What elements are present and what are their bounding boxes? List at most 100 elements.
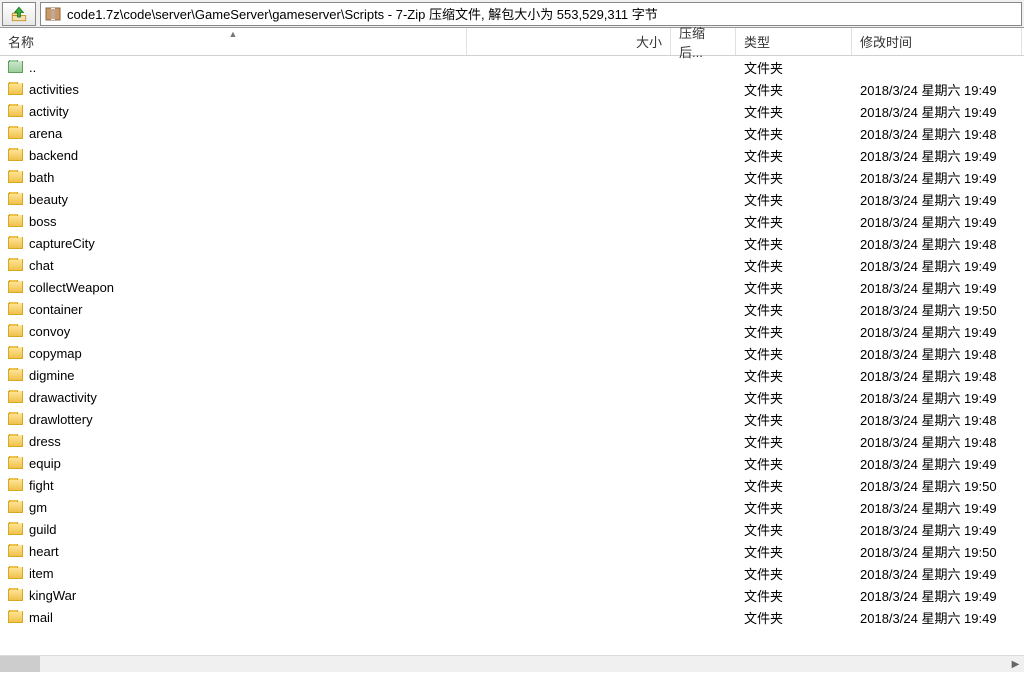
table-row[interactable]: activities文件夹2018/3/24 星期六 19:49 bbox=[0, 78, 1024, 100]
file-name: chat bbox=[29, 258, 54, 273]
folder-icon bbox=[8, 83, 23, 95]
file-name: mail bbox=[29, 610, 53, 625]
file-type: 文件夹 bbox=[744, 322, 783, 341]
up-button[interactable] bbox=[2, 2, 36, 26]
folder-icon bbox=[8, 523, 23, 535]
table-row[interactable]: beauty文件夹2018/3/24 星期六 19:49 bbox=[0, 188, 1024, 210]
file-modified: 2018/3/24 星期六 19:49 bbox=[860, 278, 997, 297]
address-toolbar: code1.7z\code\server\GameServer\gameserv… bbox=[0, 0, 1024, 28]
table-row[interactable]: dress文件夹2018/3/24 星期六 19:48 bbox=[0, 430, 1024, 452]
folder-icon bbox=[8, 369, 23, 381]
file-modified: 2018/3/24 星期六 19:49 bbox=[860, 564, 997, 583]
file-name: beauty bbox=[29, 192, 68, 207]
file-modified: 2018/3/24 星期六 19:49 bbox=[860, 520, 997, 539]
folder-icon bbox=[8, 149, 23, 161]
file-type: 文件夹 bbox=[744, 586, 783, 605]
folder-icon bbox=[8, 105, 23, 117]
file-modified: 2018/3/24 星期六 19:49 bbox=[860, 146, 997, 165]
table-row[interactable]: guild文件夹2018/3/24 星期六 19:49 bbox=[0, 518, 1024, 540]
file-name: backend bbox=[29, 148, 78, 163]
path-text: code1.7z\code\server\GameServer\gameserv… bbox=[67, 4, 658, 23]
file-name: drawlottery bbox=[29, 412, 93, 427]
file-modified: 2018/3/24 星期六 19:48 bbox=[860, 366, 997, 385]
table-row[interactable]: arena文件夹2018/3/24 星期六 19:48 bbox=[0, 122, 1024, 144]
file-name: boss bbox=[29, 214, 56, 229]
file-name: copymap bbox=[29, 346, 82, 361]
table-row[interactable]: fight文件夹2018/3/24 星期六 19:50 bbox=[0, 474, 1024, 496]
folder-icon bbox=[8, 501, 23, 513]
file-name: fight bbox=[29, 478, 54, 493]
header-size[interactable]: 大小 bbox=[467, 28, 671, 55]
file-name: activity bbox=[29, 104, 69, 119]
file-modified: 2018/3/24 星期六 19:49 bbox=[860, 256, 997, 275]
file-name: arena bbox=[29, 126, 62, 141]
folder-icon bbox=[8, 215, 23, 227]
file-modified: 2018/3/24 星期六 19:50 bbox=[860, 476, 997, 495]
file-type: 文件夹 bbox=[744, 608, 783, 627]
folder-icon bbox=[8, 567, 23, 579]
folder-icon bbox=[8, 259, 23, 271]
file-type: 文件夹 bbox=[744, 520, 783, 539]
file-modified: 2018/3/24 星期六 19:48 bbox=[860, 410, 997, 429]
file-name: item bbox=[29, 566, 54, 581]
file-modified: 2018/3/24 星期六 19:49 bbox=[860, 168, 997, 187]
folder-icon bbox=[8, 391, 23, 403]
header-modified-label: 修改时间 bbox=[860, 32, 912, 51]
folder-icon bbox=[8, 545, 23, 557]
table-row[interactable]: mail文件夹2018/3/24 星期六 19:49 bbox=[0, 606, 1024, 628]
file-name: equip bbox=[29, 456, 61, 471]
file-name: heart bbox=[29, 544, 59, 559]
folder-icon bbox=[8, 479, 23, 491]
table-row[interactable]: backend文件夹2018/3/24 星期六 19:49 bbox=[0, 144, 1024, 166]
file-type: 文件夹 bbox=[744, 80, 783, 99]
folder-icon bbox=[8, 457, 23, 469]
file-name: drawactivity bbox=[29, 390, 97, 405]
table-row[interactable]: equip文件夹2018/3/24 星期六 19:49 bbox=[0, 452, 1024, 474]
table-row[interactable]: heart 文件夹 2018/3/24 星期六 19:50 bbox=[0, 540, 1024, 562]
file-type: 文件夹 bbox=[744, 256, 783, 275]
table-row[interactable]: captureCity文件夹2018/3/24 星期六 19:48 bbox=[0, 232, 1024, 254]
column-headers: 名称 ▲ 大小 压缩后... 类型 修改时间 bbox=[0, 28, 1024, 56]
header-type[interactable]: 类型 bbox=[736, 28, 852, 55]
table-row[interactable]: container文件夹2018/3/24 星期六 19:50 bbox=[0, 298, 1024, 320]
archive-icon bbox=[45, 6, 61, 22]
parent-dir-type: 文件夹 bbox=[744, 58, 783, 77]
header-name[interactable]: 名称 ▲ bbox=[0, 28, 467, 55]
table-row[interactable]: chat 文件夹 2018/3/24 星期六 19:49 bbox=[0, 254, 1024, 276]
file-type: 文件夹 bbox=[744, 300, 783, 319]
table-row[interactable]: bath文件夹2018/3/24 星期六 19:49 bbox=[0, 166, 1024, 188]
path-input[interactable]: code1.7z\code\server\GameServer\gameserv… bbox=[40, 2, 1022, 26]
table-row[interactable]: digmine文件夹2018/3/24 星期六 19:48 bbox=[0, 364, 1024, 386]
table-row[interactable]: convoy文件夹2018/3/24 星期六 19:49 bbox=[0, 320, 1024, 342]
file-name: captureCity bbox=[29, 236, 95, 251]
table-row[interactable]: drawactivity文件夹2018/3/24 星期六 19:49 bbox=[0, 386, 1024, 408]
folder-up-icon bbox=[8, 61, 23, 73]
file-modified: 2018/3/24 星期六 19:48 bbox=[860, 234, 997, 253]
file-name: collectWeapon bbox=[29, 280, 114, 295]
file-modified: 2018/3/24 星期六 19:48 bbox=[860, 432, 997, 451]
file-type: 文件夹 bbox=[744, 542, 783, 561]
file-modified: 2018/3/24 星期六 19:49 bbox=[860, 212, 997, 231]
table-row[interactable]: copymap文件夹2018/3/24 星期六 19:48 bbox=[0, 342, 1024, 364]
file-name: container bbox=[29, 302, 82, 317]
table-row[interactable]: boss文件夹2018/3/24 星期六 19:49 bbox=[0, 210, 1024, 232]
scrollbar-thumb[interactable] bbox=[0, 656, 40, 672]
file-modified: 2018/3/24 星期六 19:50 bbox=[860, 542, 997, 561]
horizontal-scrollbar[interactable]: ▶ bbox=[0, 655, 1024, 672]
header-modified[interactable]: 修改时间 bbox=[852, 28, 1022, 55]
table-row[interactable]: gm文件夹2018/3/24 星期六 19:49 bbox=[0, 496, 1024, 518]
table-row[interactable]: activity文件夹2018/3/24 星期六 19:49 bbox=[0, 100, 1024, 122]
scrollbar-right-arrow[interactable]: ▶ bbox=[1007, 656, 1024, 673]
parent-dir-row[interactable]: .. 文件夹 bbox=[0, 56, 1024, 78]
file-list[interactable]: .. 文件夹 activities文件夹2018/3/24 星期六 19:49a… bbox=[0, 56, 1024, 655]
file-modified: 2018/3/24 星期六 19:49 bbox=[860, 322, 997, 341]
file-type: 文件夹 bbox=[744, 168, 783, 187]
table-row[interactable]: item文件夹2018/3/24 星期六 19:49 bbox=[0, 562, 1024, 584]
header-packed[interactable]: 压缩后... bbox=[671, 28, 736, 55]
table-row[interactable]: drawlottery文件夹2018/3/24 星期六 19:48 bbox=[0, 408, 1024, 430]
table-row[interactable]: collectWeapon文件夹2018/3/24 星期六 19:49 bbox=[0, 276, 1024, 298]
file-type: 文件夹 bbox=[744, 454, 783, 473]
file-modified: 2018/3/24 星期六 19:48 bbox=[860, 124, 997, 143]
file-type: 文件夹 bbox=[744, 498, 783, 517]
table-row[interactable]: kingWar文件夹2018/3/24 星期六 19:49 bbox=[0, 584, 1024, 606]
